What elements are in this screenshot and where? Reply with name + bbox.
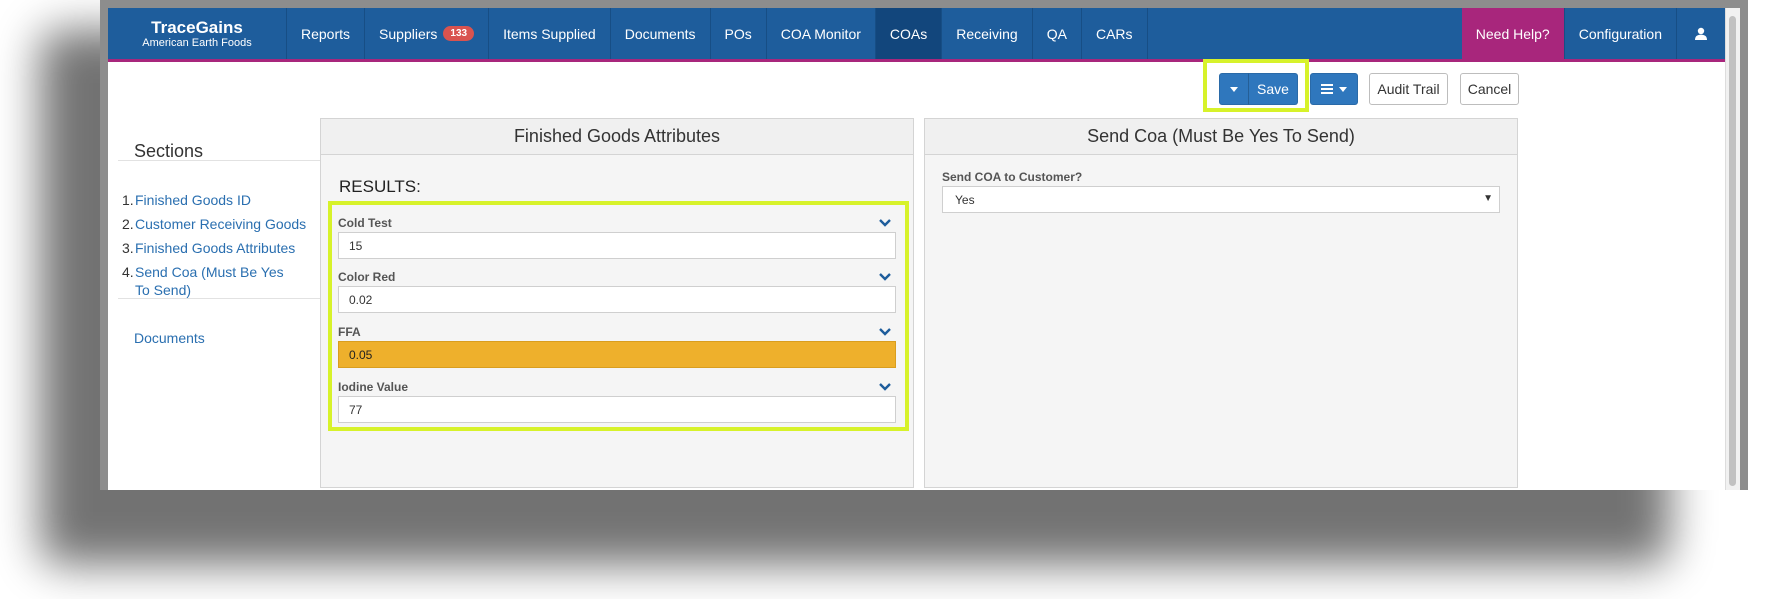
top-navbar: TraceGains American Earth Foods Reports …: [108, 8, 1726, 62]
sections-list: 1. Finished Goods ID 2. Customer Receiving…: [122, 191, 327, 305]
nav-documents[interactable]: Documents: [611, 8, 711, 59]
nav-label: Need Help?: [1475, 25, 1550, 42]
send-coa-panel: Send Coa (Must Be Yes To Send) Send COA …: [924, 118, 1518, 488]
caret-down-icon: [1339, 86, 1347, 92]
brand-company: American Earth Foods: [142, 36, 252, 49]
chevron-down-icon[interactable]: [879, 327, 891, 337]
section-link[interactable]: Finished Goods Attributes: [135, 239, 295, 257]
vertical-scrollbar[interactable]: [1725, 8, 1740, 490]
cold-test-input[interactable]: 15: [338, 232, 896, 259]
nav-user[interactable]: [1677, 8, 1726, 59]
cancel-label: Cancel: [1467, 81, 1512, 97]
results-heading: RESULTS:: [339, 177, 421, 196]
section-link[interactable]: Finished Goods ID: [135, 191, 251, 209]
window-frame: TraceGains American Earth Foods Reports …: [100, 0, 1748, 490]
select-arrow-icon: ▼: [1483, 193, 1493, 204]
chevron-down-icon[interactable]: [879, 382, 891, 392]
sections-heading: Sections: [134, 141, 204, 161]
chevron-down-icon[interactable]: [879, 218, 891, 228]
nav-label: COA Monitor: [780, 25, 861, 42]
panel-title: Send Coa (Must Be Yes To Send): [925, 119, 1517, 155]
section-item-finished-goods-attributes[interactable]: 3. Finished Goods Attributes: [122, 239, 327, 257]
nav-qa[interactable]: QA: [1033, 8, 1082, 59]
cancel-button[interactable]: Cancel: [1460, 73, 1519, 105]
ffa-input[interactable]: 0.05: [338, 341, 896, 368]
nav-label: QA: [1046, 25, 1067, 42]
audit-trail-label: Audit Trail: [1377, 81, 1440, 97]
chevron-down-icon[interactable]: [879, 272, 891, 282]
nav-need-help[interactable]: Need Help?: [1461, 8, 1565, 59]
user-icon: [1695, 27, 1707, 40]
scrollbar-thumb[interactable]: [1729, 16, 1736, 486]
nav-coa-monitor[interactable]: COA Monitor: [767, 8, 876, 59]
section-number: 1.: [122, 192, 134, 208]
section-number: 4.: [122, 264, 134, 280]
section-number: 2.: [122, 216, 134, 232]
nav-reports[interactable]: Reports: [287, 8, 366, 59]
section-link[interactable]: Customer Receiving Goods: [135, 215, 306, 233]
suppliers-count-badge: 133: [443, 26, 475, 41]
caret-down-icon: [1230, 86, 1238, 92]
documents-link[interactable]: Documents: [134, 330, 205, 346]
field-label-color-red: Color Red: [338, 270, 396, 284]
send-coa-select[interactable]: Yes ▼: [942, 186, 1500, 213]
section-link[interactable]: Send Coa (Must Be Yes To Send): [135, 263, 295, 299]
color-red-input[interactable]: 0.02: [338, 286, 896, 313]
nav-coas[interactable]: COAs: [875, 8, 943, 59]
nav-label: Items Supplied: [503, 25, 596, 42]
section-item-send-coa[interactable]: 4. Send Coa (Must Be Yes To Send): [122, 263, 327, 299]
section-item-customer-receiving[interactable]: 2. Customer Receiving Goods: [122, 215, 327, 233]
nav-cars[interactable]: CARs: [1082, 8, 1148, 59]
send-coa-selected: Yes: [955, 192, 975, 207]
save-dropdown-toggle[interactable]: [1219, 73, 1249, 105]
section-item-finished-goods-id[interactable]: 1. Finished Goods ID: [122, 191, 327, 209]
finished-goods-attributes-panel: Finished Goods Attributes RESULTS: Cold …: [320, 118, 914, 488]
nav-label: CARs: [1095, 25, 1133, 42]
nav-receiving[interactable]: Receiving: [942, 8, 1033, 59]
nav-items-supplied[interactable]: Items Supplied: [489, 8, 611, 59]
nav-label: POs: [724, 25, 752, 42]
app-window: TraceGains American Earth Foods Reports …: [108, 8, 1740, 490]
nav-pos[interactable]: POs: [711, 8, 767, 59]
save-label: Save: [1257, 81, 1289, 97]
send-coa-question: Send COA to Customer?: [942, 170, 1083, 184]
nav-label: COAs: [889, 25, 928, 42]
nav-label: Documents: [624, 25, 696, 42]
nav-label: Suppliers: [379, 25, 438, 42]
brand-name: TraceGains: [151, 17, 243, 37]
iodine-value-input[interactable]: 77: [338, 396, 896, 423]
nav-label: Reports: [301, 25, 351, 42]
panel-title: Finished Goods Attributes: [321, 119, 913, 155]
brand-logo[interactable]: TraceGains American Earth Foods: [108, 8, 287, 59]
sidebar-divider: [118, 298, 328, 299]
field-label-cold-test: Cold Test: [338, 216, 392, 230]
nav-configuration[interactable]: Configuration: [1565, 8, 1677, 59]
nav-label: Configuration: [1578, 25, 1662, 42]
field-label-iodine-value: Iodine Value: [338, 380, 409, 394]
hamburger-icon: [1321, 84, 1333, 94]
save-button[interactable]: Save: [1248, 73, 1298, 105]
sidebar-divider: [118, 160, 328, 161]
field-label-ffa: FFA: [338, 325, 361, 339]
audit-trail-button[interactable]: Audit Trail: [1369, 73, 1448, 105]
nav-label: Receiving: [956, 25, 1018, 42]
section-number: 3.: [122, 240, 134, 256]
actions-menu-button[interactable]: [1310, 73, 1358, 105]
nav-suppliers[interactable]: Suppliers 133: [365, 8, 490, 59]
